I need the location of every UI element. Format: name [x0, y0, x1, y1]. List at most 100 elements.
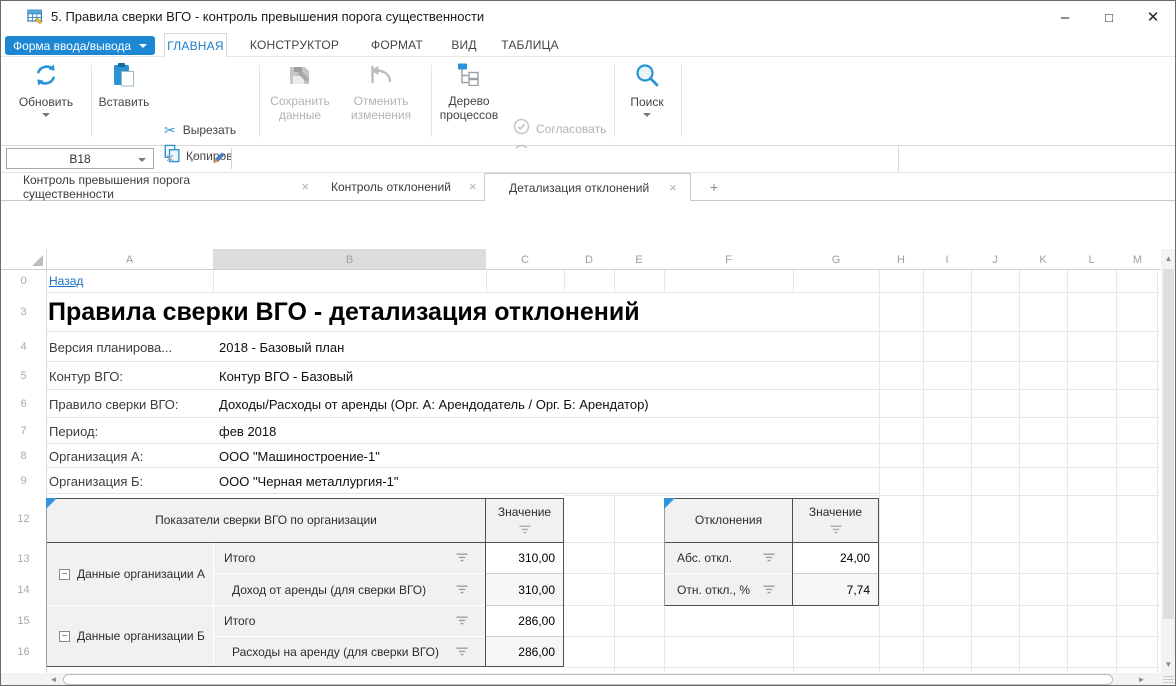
- column-header-C[interactable]: C: [486, 249, 564, 270]
- row-header[interactable]: 16: [1, 636, 46, 667]
- indicator-row-expense-b[interactable]: Расходы на аренду (для сверки ВГО): [214, 637, 485, 666]
- indicator-row-total-a[interactable]: Итого: [214, 543, 485, 573]
- tab-table[interactable]: ТАБЛИЦА: [498, 33, 562, 57]
- column-header-F[interactable]: F: [664, 249, 793, 270]
- row-header[interactable]: 6: [1, 390, 46, 418]
- column-header-G[interactable]: G: [793, 249, 879, 270]
- column-header-M[interactable]: M: [1116, 249, 1159, 270]
- value-cell[interactable]: 286,00: [486, 606, 563, 636]
- minimize-button[interactable]: –: [1043, 2, 1087, 32]
- value-cell[interactable]: 286,00: [486, 637, 563, 666]
- scrollbar-corner-grip[interactable]: [1161, 673, 1176, 686]
- row-header[interactable]: 7: [1, 418, 46, 444]
- cut-button[interactable]: ✂ Вырезать: [164, 121, 236, 139]
- column-header-E[interactable]: E: [614, 249, 664, 270]
- column-header-H[interactable]: H: [879, 249, 923, 270]
- cancel-entry-icon[interactable]: ×: [159, 148, 181, 169]
- row-header[interactable]: 0: [1, 270, 46, 292]
- deviation-row-rel[interactable]: Отн. откл., %: [665, 574, 792, 605]
- vertical-scrollbar-thumb[interactable]: [1163, 269, 1174, 619]
- info-label[interactable]: Правило сверки ВГО:: [49, 390, 179, 418]
- scroll-left-icon[interactable]: ◄: [46, 673, 61, 686]
- column-header-I[interactable]: I: [923, 249, 971, 270]
- collapse-icon[interactable]: −: [59, 569, 70, 580]
- column-header-A[interactable]: A: [46, 249, 213, 270]
- save-data-button[interactable]: Сохранить данные: [263, 62, 337, 122]
- info-label[interactable]: Версия планирова...: [49, 332, 172, 362]
- scroll-right-icon[interactable]: ►: [1134, 673, 1149, 686]
- undo-changes-button[interactable]: Отменить изменения: [341, 62, 421, 122]
- row-header[interactable]: 3: [1, 292, 46, 332]
- row-header[interactable]: 4: [1, 332, 46, 362]
- maximize-button[interactable]: □: [1087, 2, 1131, 32]
- add-sheet-tab-button[interactable]: +: [699, 173, 729, 200]
- info-label[interactable]: Контур ВГО:: [49, 362, 123, 390]
- form-io-menu-button[interactable]: Форма ввода/вывода: [5, 36, 155, 55]
- column-header-B[interactable]: B: [213, 249, 486, 270]
- tab-main[interactable]: ГЛАВНАЯ: [164, 33, 227, 57]
- sheet-tab-threshold-control[interactable]: Контроль превышения порога существенност…: [9, 173, 309, 200]
- paste-button[interactable]: Вставить: [97, 62, 151, 109]
- column-header-D[interactable]: D: [564, 249, 614, 270]
- scroll-down-icon[interactable]: ▼: [1161, 655, 1176, 673]
- filter-icon[interactable]: [455, 612, 469, 630]
- info-label[interactable]: Организация А:: [49, 444, 143, 468]
- search-button[interactable]: Поиск: [618, 62, 676, 117]
- horizontal-scrollbar-thumb[interactable]: [63, 674, 1113, 685]
- name-box[interactable]: B18: [6, 148, 154, 169]
- select-all-corner[interactable]: [32, 255, 43, 266]
- insert-function-icon[interactable]: [207, 148, 229, 169]
- refresh-button[interactable]: Обновить: [13, 62, 79, 117]
- close-icon[interactable]: ×: [469, 179, 477, 194]
- process-tree-button[interactable]: Дерево процессов: [433, 62, 505, 122]
- info-value[interactable]: ООО "Черная металлургия-1": [219, 468, 399, 494]
- indicator-row-income-a[interactable]: Доход от аренды (для сверки ВГО): [214, 574, 485, 605]
- row-header[interactable]: 8: [1, 444, 46, 468]
- back-link[interactable]: Назад: [49, 270, 83, 292]
- close-icon[interactable]: ×: [669, 180, 677, 195]
- row-header[interactable]: 15: [1, 605, 46, 636]
- value-cell[interactable]: 24,00: [793, 543, 878, 573]
- value-cell[interactable]: 310,00: [486, 543, 563, 573]
- vertical-scrollbar[interactable]: ▲ ▼: [1161, 249, 1176, 673]
- info-label[interactable]: Организация Б:: [49, 468, 143, 494]
- info-value[interactable]: 2018 - Базовый план: [219, 332, 344, 362]
- info-label[interactable]: Период:: [49, 418, 98, 444]
- horizontal-scrollbar[interactable]: ◄ ►: [1, 673, 1161, 686]
- row-header[interactable]: 5: [1, 362, 46, 390]
- close-icon[interactable]: ×: [301, 179, 309, 194]
- scroll-up-icon[interactable]: ▲: [1161, 249, 1176, 267]
- group-org-b[interactable]: − Данные организации Б: [47, 606, 212, 666]
- row-header[interactable]: 13: [1, 543, 46, 574]
- formula-input[interactable]: [233, 148, 896, 169]
- indicator-row-total-b[interactable]: Итого: [214, 606, 485, 636]
- collapse-icon[interactable]: −: [59, 631, 70, 642]
- column-header-L[interactable]: L: [1067, 249, 1116, 270]
- filter-icon[interactable]: [829, 521, 843, 539]
- group-org-a[interactable]: − Данные организации А: [47, 543, 212, 605]
- row-header[interactable]: 14: [1, 574, 46, 605]
- filter-icon[interactable]: [455, 643, 469, 661]
- row-header[interactable]: 9: [1, 468, 46, 494]
- info-value[interactable]: Доходы/Расходы от аренды (Орг. А: Арендо…: [219, 390, 649, 418]
- column-header-J[interactable]: J: [971, 249, 1019, 270]
- column-header-K[interactable]: K: [1019, 249, 1067, 270]
- deviation-row-abs[interactable]: Абс. откл.: [665, 543, 792, 573]
- info-value[interactable]: фев 2018: [219, 418, 276, 444]
- info-value[interactable]: Контур ВГО - Базовый: [219, 362, 353, 390]
- value-cell[interactable]: 7,74: [793, 574, 878, 605]
- tab-view[interactable]: ВИД: [446, 33, 482, 57]
- sheet-tab-deviation-control[interactable]: Контроль отклонений ×: [319, 173, 487, 200]
- tab-format[interactable]: ФОРМАТ: [368, 33, 426, 57]
- confirm-entry-icon[interactable]: ✓: [183, 148, 205, 169]
- filter-icon[interactable]: [518, 521, 532, 539]
- info-value[interactable]: ООО "Машиностроение-1": [219, 444, 380, 468]
- approve-button[interactable]: Согласовать: [513, 120, 606, 138]
- value-cell[interactable]: 310,00: [486, 574, 563, 605]
- close-button[interactable]: ✕: [1131, 2, 1175, 32]
- filter-icon[interactable]: [762, 549, 776, 567]
- filter-icon[interactable]: [762, 581, 776, 599]
- sheet-tab-deviation-details[interactable]: Детализация отклонений ×: [484, 173, 691, 201]
- filter-icon[interactable]: [455, 549, 469, 567]
- tab-constructor[interactable]: КОНСТРУКТОР: [247, 33, 342, 57]
